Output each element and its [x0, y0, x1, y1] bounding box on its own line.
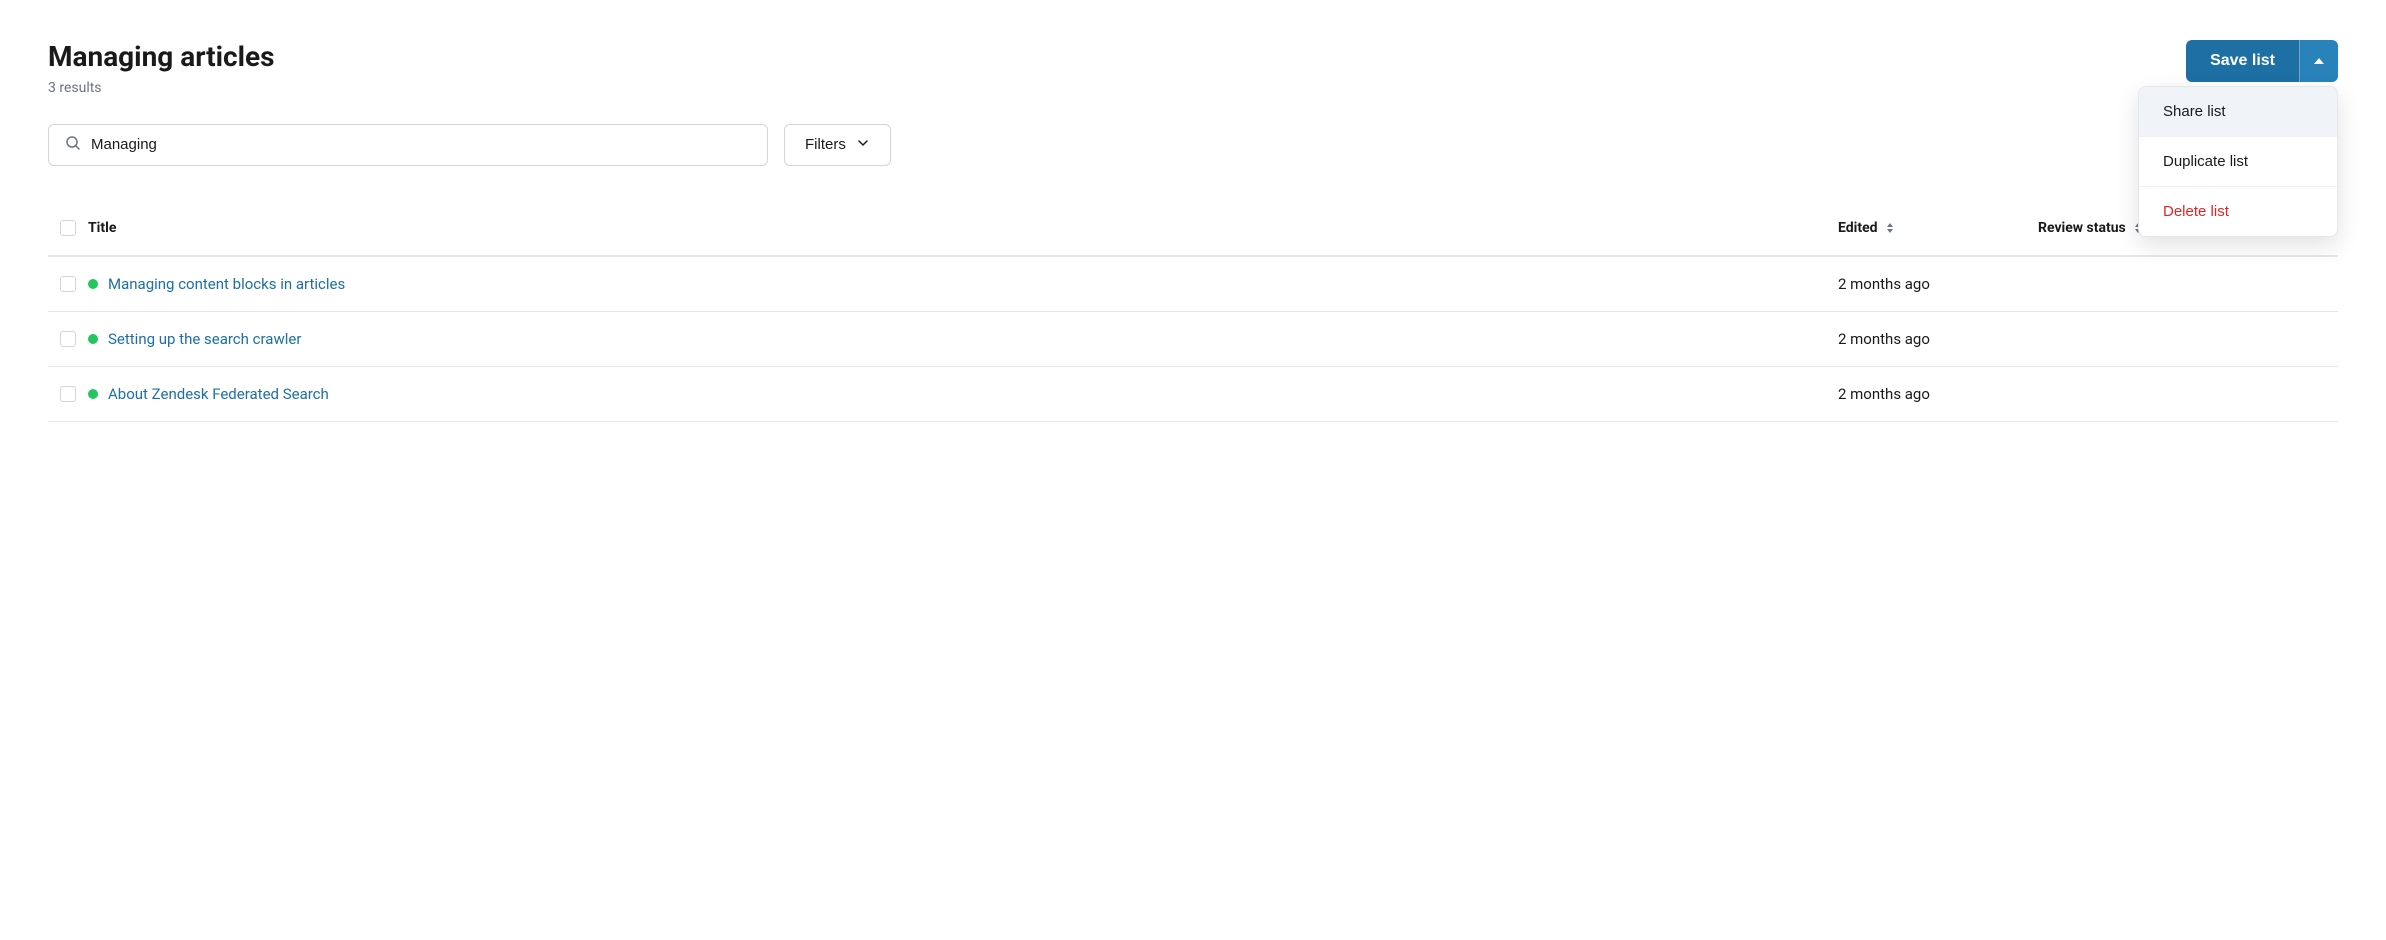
col-header-edited[interactable]: Edited: [1838, 220, 2038, 236]
row-3-checkbox[interactable]: [60, 386, 76, 402]
row-2-article-link[interactable]: Setting up the search crawler: [108, 330, 301, 348]
row-2-title-cell: Setting up the search crawler: [88, 330, 1838, 348]
page-title: Managing articles: [48, 40, 275, 74]
dropdown-item-duplicate[interactable]: Duplicate list: [2139, 137, 2337, 186]
row-3-checkbox-cell[interactable]: [48, 386, 88, 402]
row-1-checkbox-cell[interactable]: [48, 276, 88, 292]
search-box: [48, 124, 768, 166]
save-list-button[interactable]: Save list: [2186, 40, 2299, 82]
search-filter-row: Filters: [48, 124, 2338, 166]
table-header: Title Edited Review status ⋮: [48, 202, 2338, 257]
filters-label: Filters: [805, 136, 846, 153]
row-3-edited: 2 months ago: [1838, 385, 2038, 403]
save-list-container: Save list Share list Duplicate list Dele…: [2186, 40, 2338, 82]
dropdown-item-share[interactable]: Share list: [2139, 87, 2337, 136]
col-header-title: Title: [88, 220, 1838, 236]
row-1-edited: 2 months ago: [1838, 275, 2038, 293]
filters-chevron-icon: [856, 136, 870, 154]
row-2-status-dot: [88, 334, 98, 344]
title-section: Managing articles 3 results: [48, 40, 275, 96]
row-2-checkbox-cell[interactable]: [48, 331, 88, 347]
row-1-article-link[interactable]: Managing content blocks in articles: [108, 275, 345, 293]
row-2-checkbox[interactable]: [60, 331, 76, 347]
results-count: 3 results: [48, 80, 275, 96]
dropdown-menu: Share list Duplicate list Delete list: [2138, 86, 2338, 237]
articles-table: Title Edited Review status ⋮: [48, 202, 2338, 422]
chevron-up-icon: [2314, 58, 2324, 64]
search-input[interactable]: [91, 136, 751, 153]
row-1-checkbox[interactable]: [60, 276, 76, 292]
select-all-checkbox[interactable]: [60, 220, 76, 236]
row-3-title-cell: About Zendesk Federated Search: [88, 385, 1838, 403]
row-2-edited: 2 months ago: [1838, 330, 2038, 348]
search-icon: [65, 135, 81, 155]
dropdown-item-delete[interactable]: Delete list: [2139, 187, 2337, 236]
row-3-status-dot: [88, 389, 98, 399]
table-row: Managing content blocks in articles 2 mo…: [48, 257, 2338, 312]
row-3-article-link[interactable]: About Zendesk Federated Search: [108, 385, 329, 403]
row-1-title-cell: Managing content blocks in articles: [88, 275, 1838, 293]
page-header: Managing articles 3 results Save list Sh…: [48, 40, 2338, 96]
select-all-cell[interactable]: [48, 220, 88, 236]
filters-button[interactable]: Filters: [784, 124, 891, 166]
table-row: About Zendesk Federated Search 2 months …: [48, 367, 2338, 422]
save-list-chevron-button[interactable]: [2299, 40, 2338, 82]
row-1-status-dot: [88, 279, 98, 289]
table-row: Setting up the search crawler 2 months a…: [48, 312, 2338, 367]
edited-sort-icon: [1884, 221, 1896, 235]
